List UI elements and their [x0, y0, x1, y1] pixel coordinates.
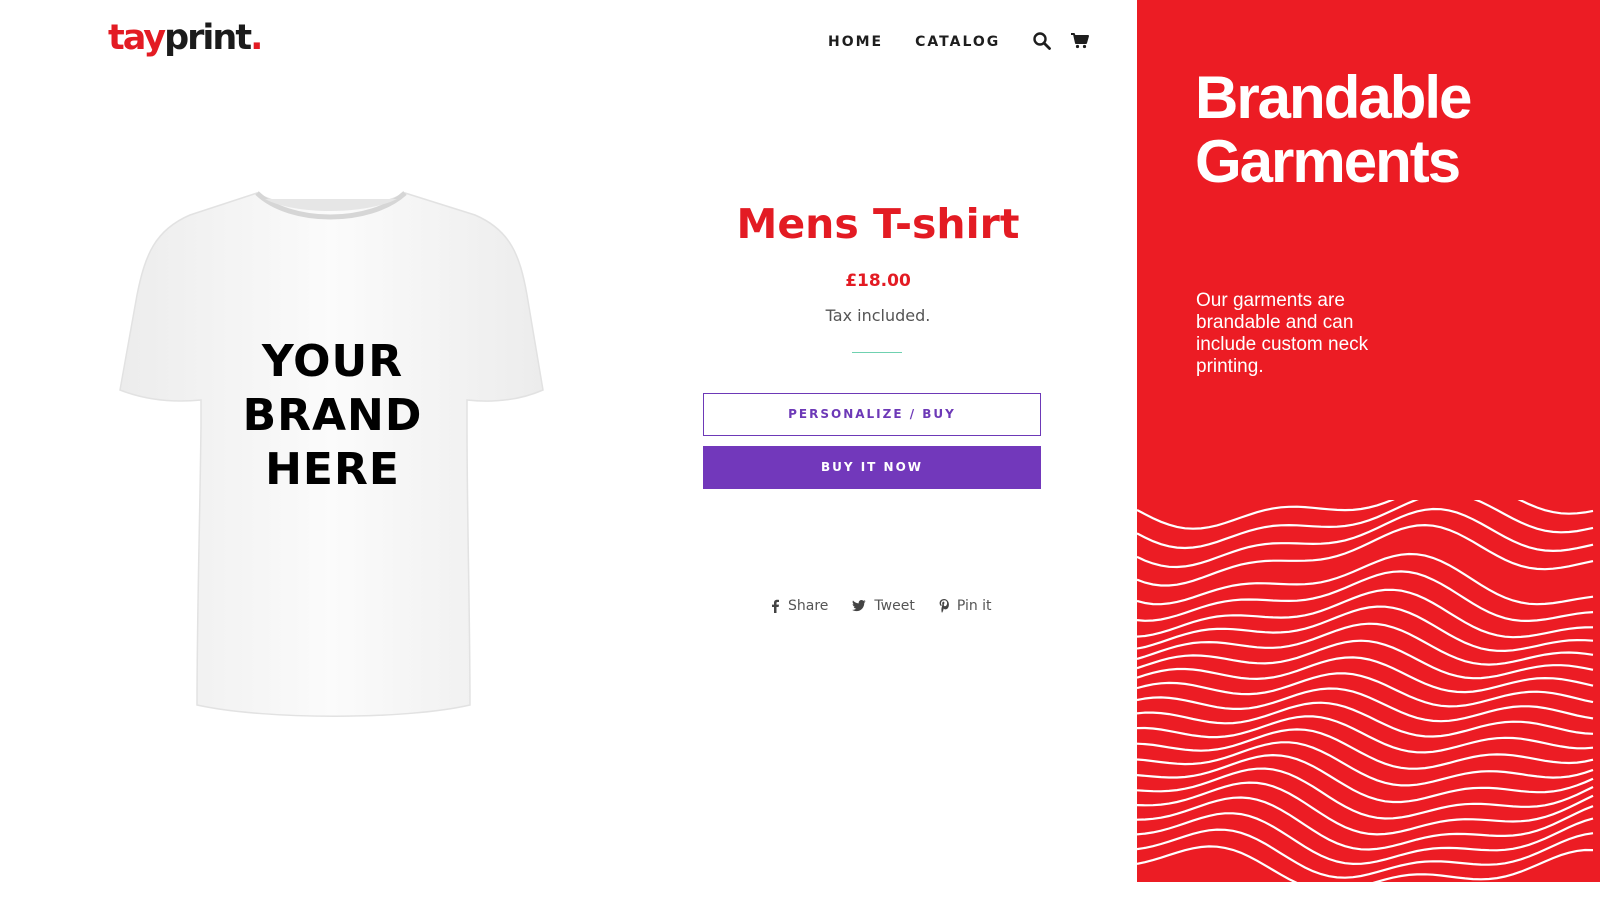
- share-pinterest-label: Pin it: [956, 598, 992, 614]
- promo-panel: Brandable Garments Our garments are bran…: [1137, 0, 1600, 882]
- share-facebook-link[interactable]: Share: [770, 596, 828, 616]
- main-nav: HOME CATALOG: [828, 30, 1108, 54]
- social-share: Share Tweet Pin it: [770, 596, 1016, 616]
- product-title: Mens T-shirt: [736, 200, 1020, 248]
- logo-dot: .: [250, 18, 263, 58]
- cart-icon[interactable]: [1070, 31, 1092, 53]
- pinterest-icon: [939, 599, 949, 613]
- promo-title-line: Garments: [1195, 128, 1461, 195]
- logo-text-print: print: [164, 18, 252, 58]
- nav-catalog-link[interactable]: CATALOG: [915, 30, 1000, 54]
- wave-line: [1137, 672, 1594, 708]
- buy-it-now-button[interactable]: BUY IT NOW: [703, 446, 1041, 489]
- shirt-print-line: YOUR: [261, 336, 404, 387]
- shirt-print-text: YOUR BRAND HERE: [200, 335, 465, 497]
- personalize-buy-button[interactable]: PERSONALIZE / BUY: [703, 393, 1041, 436]
- promo-title-line: Brandable: [1195, 64, 1472, 131]
- promo-text: Our garments are brandable and can inclu…: [1196, 290, 1369, 377]
- share-twitter-link[interactable]: Tweet: [852, 596, 915, 616]
- shirt-print-line: HERE: [265, 444, 400, 495]
- wave-line: [1137, 796, 1594, 851]
- nav-home-link[interactable]: HOME: [828, 30, 883, 54]
- share-pinterest-link[interactable]: Pin it: [939, 596, 992, 616]
- wave-line: [1137, 605, 1594, 653]
- search-icon[interactable]: [1032, 31, 1054, 53]
- wave-line: [1137, 570, 1594, 623]
- share-twitter-label: Tweet: [874, 598, 915, 614]
- product-price: £18.00: [845, 271, 911, 291]
- facebook-icon: [772, 599, 779, 613]
- wave-pattern: [1137, 500, 1594, 882]
- logo-text-tay: tay: [108, 18, 166, 58]
- tax-note: Tax included.: [825, 306, 931, 325]
- tayprint-logo[interactable]: tayprint.: [108, 14, 263, 62]
- shirt-print-line: BRAND: [242, 390, 423, 441]
- share-facebook-label: Share: [788, 598, 829, 614]
- divider: [852, 352, 902, 353]
- product-page: tayprint. HOME CATALOG YOUR BRAND HERE M…: [0, 0, 1600, 900]
- promo-title: Brandable Garments: [1195, 66, 1585, 194]
- wave-line: [1137, 507, 1594, 569]
- wave-line: [1137, 701, 1594, 738]
- wave-line: [1137, 741, 1594, 787]
- twitter-icon: [852, 600, 867, 612]
